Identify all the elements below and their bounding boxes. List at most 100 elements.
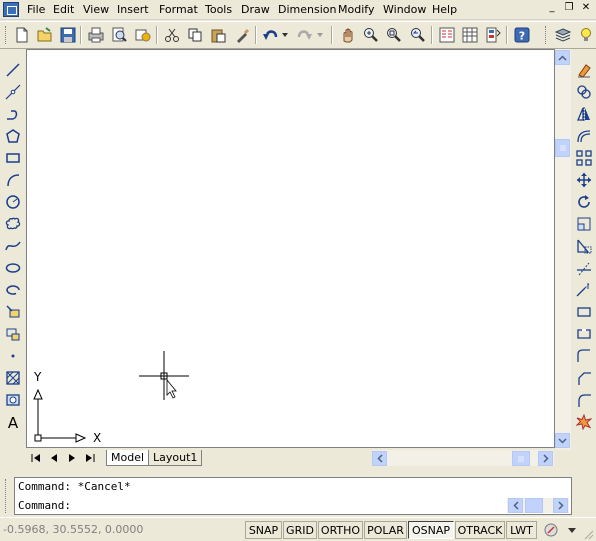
plot-icon[interactable] — [86, 25, 106, 45]
communication-center-icon[interactable] — [541, 521, 561, 539]
point-icon[interactable] — [3, 346, 23, 366]
plot-preview-icon[interactable] — [109, 25, 129, 45]
line-icon[interactable] — [3, 60, 23, 80]
copy-icon[interactable] — [185, 25, 205, 45]
zoom-window-icon[interactable] — [384, 25, 404, 45]
scroll-up-button[interactable] — [555, 50, 570, 65]
copy-object-icon[interactable] — [574, 82, 594, 102]
pan-icon[interactable] — [338, 25, 358, 45]
tool-palettes-icon[interactable] — [483, 25, 503, 45]
grid-toggle[interactable]: GRID — [283, 521, 317, 539]
mirror-icon[interactable] — [574, 104, 594, 124]
design-center-icon[interactable] — [460, 25, 480, 45]
coordinate-display[interactable]: -0.5968, 30.5552, 0.0000 — [3, 522, 243, 538]
resize-grip-icon[interactable] — [582, 528, 594, 540]
tab-layout1[interactable]: Layout1 — [148, 450, 203, 466]
ortho-toggle[interactable]: ORTHO — [318, 521, 363, 539]
menu-window[interactable]: Window — [381, 2, 428, 17]
command-window[interactable]: Command: *Cancel* Command: — [14, 477, 572, 515]
redo-icon[interactable] — [295, 25, 315, 45]
redo-dropdown-icon[interactable] — [315, 25, 325, 45]
insert-block-icon[interactable] — [3, 302, 23, 322]
tab-model[interactable]: Model — [106, 450, 150, 466]
ellipse-arc-icon[interactable] — [3, 280, 23, 300]
command-scroll-thumb[interactable] — [525, 498, 543, 513]
first-tab-button[interactable] — [28, 451, 44, 465]
layers-icon[interactable] — [553, 25, 573, 45]
toolbar-grip[interactable] — [5, 26, 9, 44]
vertical-scroll-thumb[interactable] — [555, 139, 570, 157]
menu-dimension[interactable]: Dimension — [276, 2, 338, 17]
minimize-button[interactable]: _ — [544, 1, 560, 16]
extend-icon[interactable] — [574, 280, 594, 300]
construction-line-icon[interactable] — [3, 82, 23, 102]
command-hscroll[interactable] — [507, 498, 569, 513]
drawing-canvas[interactable]: Y X — [26, 49, 555, 448]
restore-button[interactable]: ❐ — [561, 1, 577, 16]
offset-icon[interactable] — [574, 126, 594, 146]
spline-icon[interactable] — [3, 236, 23, 256]
scroll-left-button[interactable] — [372, 451, 387, 466]
osnap-toggle[interactable]: OSNAP — [408, 521, 454, 539]
undo-dropdown-icon[interactable] — [280, 25, 290, 45]
move-icon[interactable] — [574, 170, 594, 190]
command-scroll-left[interactable] — [508, 498, 523, 513]
open-icon[interactable] — [35, 25, 55, 45]
snap-toggle[interactable]: SNAP — [245, 521, 282, 539]
scale-icon[interactable] — [574, 214, 594, 234]
menu-tools[interactable]: Tools — [203, 2, 234, 17]
next-tab-button[interactable] — [64, 451, 80, 465]
status-menu-arrow-icon[interactable] — [567, 526, 577, 534]
trim-icon[interactable] — [574, 258, 594, 278]
command-prompt[interactable]: Command: — [18, 498, 71, 514]
scroll-down-button[interactable] — [555, 433, 570, 448]
multiline-text-icon[interactable]: A — [3, 412, 23, 432]
command-scroll-right[interactable] — [553, 498, 568, 513]
arc-icon[interactable] — [3, 170, 23, 190]
polygon-icon[interactable] — [3, 126, 23, 146]
menu-format[interactable]: Format — [157, 2, 200, 17]
save-icon[interactable] — [58, 25, 78, 45]
horizontal-scrollbar[interactable] — [372, 450, 554, 466]
menu-help[interactable]: Help — [430, 2, 459, 17]
app-icon[interactable] — [3, 2, 19, 17]
menu-edit[interactable]: Edit — [51, 2, 76, 17]
match-properties-icon[interactable] — [232, 25, 252, 45]
hatch-icon[interactable] — [3, 368, 23, 388]
rectangle-icon[interactable] — [3, 148, 23, 168]
ellipse-icon[interactable] — [3, 258, 23, 278]
otrack-toggle[interactable]: OTRACK — [455, 521, 505, 539]
properties-icon[interactable] — [437, 25, 457, 45]
undo-icon[interactable] — [260, 25, 280, 45]
publish-icon[interactable] — [133, 25, 153, 45]
erase-icon[interactable] — [574, 60, 594, 80]
array-icon[interactable] — [574, 148, 594, 168]
stretch-icon[interactable] — [574, 236, 594, 256]
menu-draw[interactable]: Draw — [239, 2, 272, 17]
close-button[interactable]: ✕ — [578, 1, 594, 16]
cut-icon[interactable] — [162, 25, 182, 45]
menu-insert[interactable]: Insert — [115, 2, 151, 17]
toolbar-grip-2[interactable] — [545, 26, 549, 44]
polar-toggle[interactable]: POLAR — [364, 521, 407, 539]
menu-view[interactable]: View — [81, 2, 111, 17]
region-icon[interactable] — [3, 390, 23, 410]
scroll-right-button[interactable] — [538, 451, 553, 466]
horizontal-scroll-thumb[interactable] — [512, 451, 530, 466]
break-at-point-icon[interactable] — [574, 302, 594, 322]
lwt-toggle[interactable]: LWT — [506, 521, 537, 539]
rotate-icon[interactable] — [574, 192, 594, 212]
new-icon[interactable] — [12, 25, 32, 45]
prev-tab-button[interactable] — [46, 451, 62, 465]
last-tab-button[interactable] — [82, 451, 98, 465]
break-icon[interactable] — [574, 324, 594, 344]
join-icon[interactable] — [574, 346, 594, 366]
fillet-icon[interactable] — [574, 390, 594, 410]
help-icon[interactable]: ? — [512, 25, 532, 45]
polyline-icon[interactable] — [3, 104, 23, 124]
menu-file[interactable]: File — [25, 2, 47, 17]
vertical-scrollbar[interactable] — [555, 49, 571, 450]
revision-cloud-icon[interactable] — [3, 214, 23, 234]
explode-icon[interactable] — [574, 412, 594, 432]
chamfer-icon[interactable] — [574, 368, 594, 388]
